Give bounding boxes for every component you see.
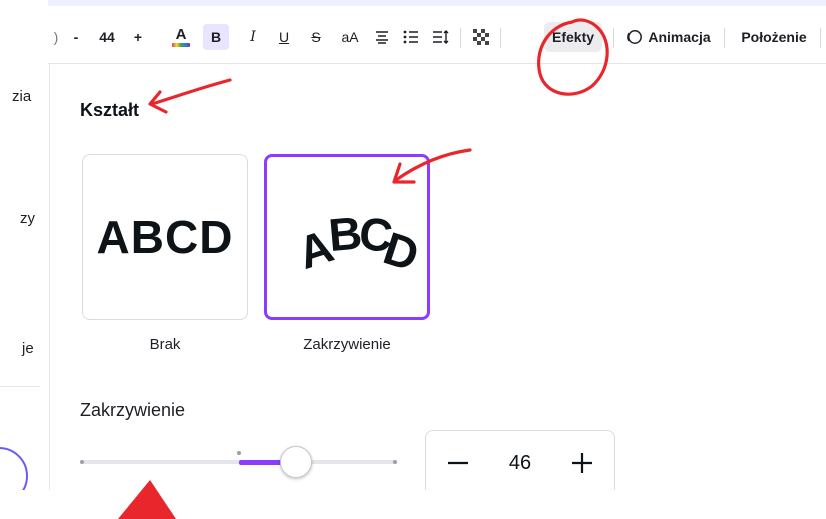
curved-text-preview: A B C D	[292, 206, 417, 281]
text-color-letter: A	[175, 26, 187, 43]
italic-button[interactable]: I	[243, 10, 263, 64]
animation-icon	[627, 30, 643, 44]
position-button[interactable]: Położenie	[736, 10, 812, 64]
annotation-arrow-title-head	[148, 90, 168, 114]
bottom-area	[0, 490, 826, 519]
sidebar-item-3[interactable]: je	[22, 340, 34, 357]
plus-icon	[572, 453, 592, 473]
animation-label: Animacja	[648, 29, 711, 45]
effects-button[interactable]: Efekty	[544, 22, 603, 52]
bold-button[interactable]: B	[203, 24, 229, 50]
shape-option-curve[interactable]: A B C D	[264, 154, 430, 320]
shape-preview-none: ABCD	[96, 211, 234, 263]
slider-tick-middle	[237, 451, 241, 455]
slider-tick-end	[393, 460, 397, 464]
shape-option-curve-label: Zakrzywienie	[303, 336, 391, 353]
transparency-icon[interactable]	[470, 10, 492, 64]
stepper-value-input[interactable]	[495, 451, 545, 475]
shape-option-none-label: Brak	[149, 336, 181, 353]
toolbar-divider	[460, 28, 461, 48]
minus-icon	[448, 461, 468, 465]
curve-slider-label: Zakrzywienie	[80, 400, 186, 420]
sidebar-divider	[0, 386, 40, 387]
align-center-icon[interactable]	[371, 10, 393, 64]
top-accent-strip	[48, 0, 826, 6]
toolbar-left-edge: )	[53, 29, 59, 45]
letter-case-button[interactable]: aA	[336, 10, 364, 64]
curve-slider-thumb[interactable]	[279, 446, 312, 478]
font-size-decrease-button[interactable]: -	[66, 10, 86, 64]
bullet-list-icon[interactable]	[400, 10, 422, 64]
font-size-value[interactable]: 44	[92, 10, 122, 64]
toolbar-divider	[500, 28, 501, 48]
sidebar-item-2[interactable]: zy	[20, 210, 35, 227]
annotation-arrow-title	[150, 78, 232, 106]
text-toolbar: ) - 44 + A B I U S aA Efekty Animacja Po…	[48, 10, 826, 64]
animation-button[interactable]: Animacja	[623, 10, 713, 64]
text-color-button[interactable]: A	[168, 10, 194, 64]
slider-tick-start	[80, 460, 84, 464]
strikethrough-button[interactable]: S	[306, 10, 326, 64]
rainbow-color-bar	[172, 43, 190, 47]
curve-stepper	[425, 430, 615, 496]
font-size-increase-button[interactable]: +	[128, 10, 148, 64]
underline-button[interactable]: U	[274, 10, 294, 64]
section-title: Kształt	[80, 100, 140, 120]
toolbar-divider	[820, 28, 821, 48]
sidebar-item-1[interactable]: zia	[12, 88, 31, 105]
toolbar-divider	[613, 28, 614, 48]
shape-option-none[interactable]: ABCD	[82, 154, 248, 320]
line-spacing-icon[interactable]	[430, 10, 452, 64]
stepper-increase-button[interactable]	[568, 449, 596, 477]
left-sidebar: zia zy je	[0, 64, 50, 519]
toolbar-divider	[724, 28, 725, 48]
stepper-decrease-button[interactable]	[444, 449, 472, 477]
